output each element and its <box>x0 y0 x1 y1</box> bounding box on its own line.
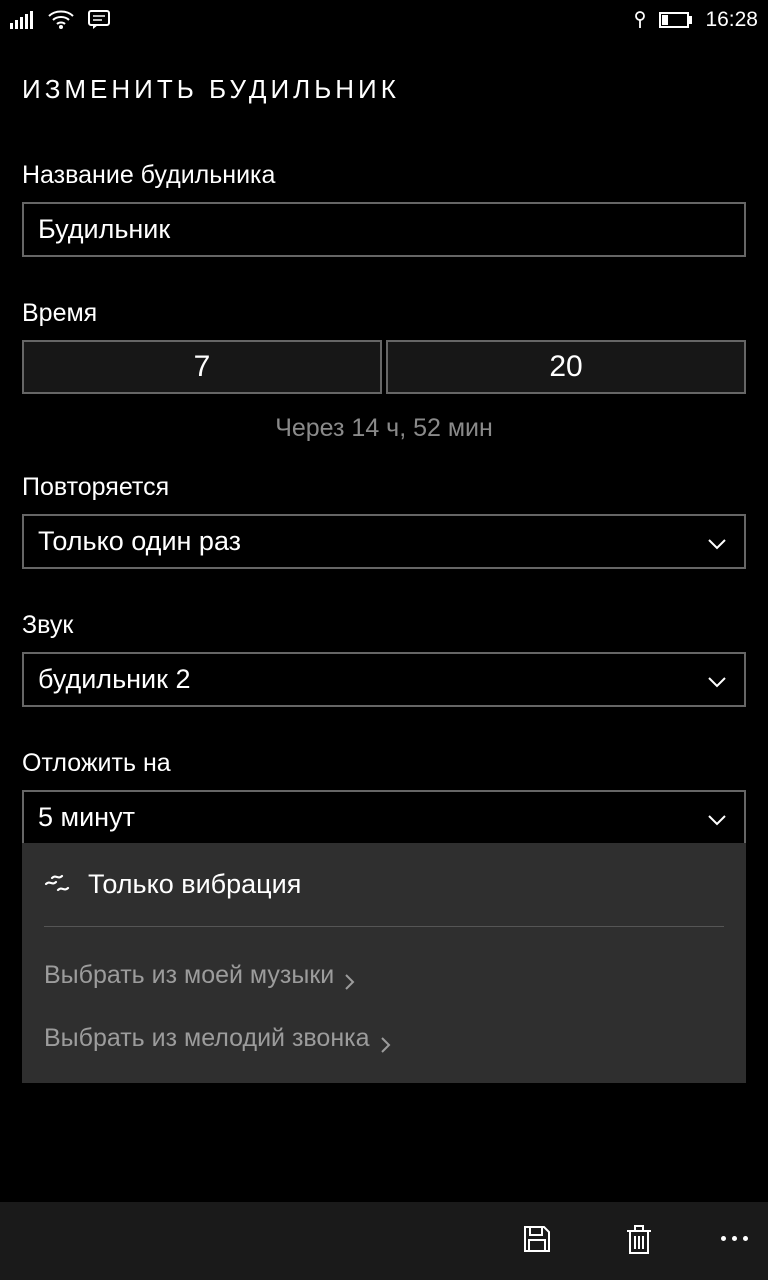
chevron-down-icon <box>706 807 728 829</box>
location-icon <box>633 11 647 29</box>
repeat-dropdown[interactable]: Только один раз <box>22 514 746 569</box>
repeat-label: Повторяется <box>22 473 746 502</box>
trash-icon <box>625 1223 653 1260</box>
time-section: Время 7 20 Через 14 ч, 52 мин <box>22 299 746 443</box>
signal-icon <box>10 11 34 29</box>
vibration-icon <box>44 870 72 899</box>
time-minute-picker[interactable]: 20 <box>386 340 746 394</box>
snooze-dropdown[interactable]: 5 минут <box>22 790 746 843</box>
alarm-name-section: Название будильника <box>22 161 746 257</box>
alarm-name-label: Название будильника <box>22 161 746 190</box>
vibration-only-option[interactable]: Только вибрация <box>44 869 724 927</box>
battery-icon <box>659 12 693 28</box>
chevron-down-icon <box>706 669 728 691</box>
pick-from-music-label: Выбрать из моей музыки <box>44 961 334 990</box>
pick-from-ringtones-link[interactable]: Выбрать из мелодий звонка <box>44 1024 724 1053</box>
pick-from-music-link[interactable]: Выбрать из моей музыки <box>44 961 724 990</box>
wifi-icon <box>48 10 74 30</box>
snooze-value: 5 минут <box>38 802 135 833</box>
time-label: Время <box>22 299 746 328</box>
more-button[interactable] <box>721 1236 748 1247</box>
snooze-section: Отложить на 5 минут <box>22 749 746 843</box>
sound-value: будильник 2 <box>38 664 190 695</box>
delete-button[interactable] <box>619 1221 659 1261</box>
pick-from-ringtones-label: Выбрать из мелодий звонка <box>44 1024 370 1053</box>
repeat-section: Повторяется Только один раз <box>22 473 746 569</box>
message-icon <box>88 10 110 30</box>
sound-label: Звук <box>22 611 746 640</box>
chevron-down-icon <box>706 531 728 553</box>
chevron-right-icon <box>380 1032 394 1046</box>
time-remaining-note: Через 14 ч, 52 мин <box>22 414 746 443</box>
sound-options-panel: Только вибрация Выбрать из моей музыки В… <box>22 843 746 1083</box>
snooze-label: Отложить на <box>22 749 746 778</box>
time-hour-picker[interactable]: 7 <box>22 340 382 394</box>
alarm-name-input[interactable] <box>22 202 746 257</box>
chevron-right-icon <box>344 969 358 983</box>
status-bar: 16:28 <box>0 0 768 34</box>
page-title: ИЗМЕНИТЬ БУДИЛЬНИК <box>22 74 746 105</box>
sound-section: Звук будильник 2 <box>22 611 746 707</box>
sound-dropdown[interactable]: будильник 2 <box>22 652 746 707</box>
statusbar-time: 16:28 <box>705 8 758 32</box>
app-bar <box>0 1202 768 1280</box>
save-button[interactable] <box>517 1221 557 1261</box>
repeat-value: Только один раз <box>38 526 241 557</box>
save-icon <box>522 1224 552 1259</box>
vibration-only-label: Только вибрация <box>88 869 301 900</box>
